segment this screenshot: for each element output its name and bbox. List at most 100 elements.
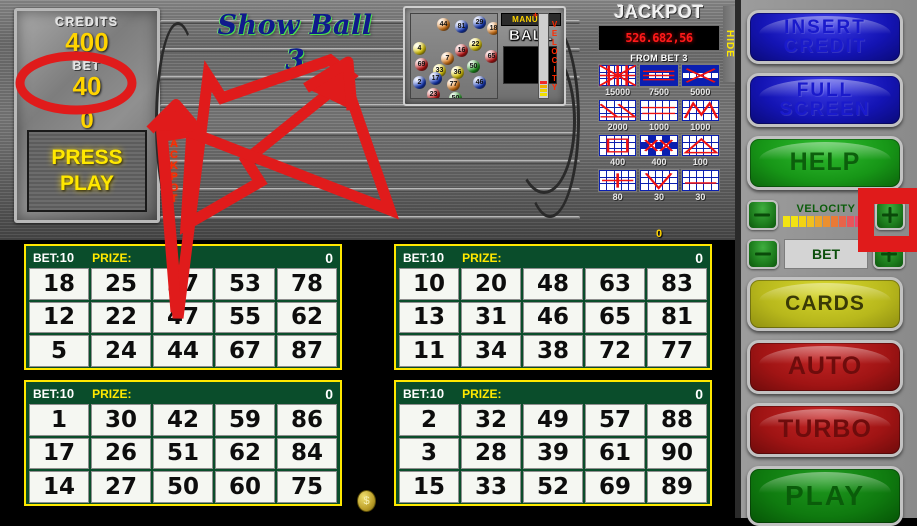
prize-pattern-icon — [680, 169, 720, 192]
card-number-cell[interactable]: 75 — [277, 471, 337, 503]
card-number-cell[interactable]: 90 — [647, 437, 707, 470]
velocity-minus-button[interactable] — [747, 200, 778, 230]
card-header: BET:10 PRIZE: 0 — [28, 384, 338, 403]
card-number-cell[interactable]: 17 — [29, 437, 89, 470]
card-number-cell[interactable]: 18 — [29, 268, 89, 300]
card-number-cell[interactable]: 62 — [215, 437, 275, 470]
card-number-cell[interactable]: 42 — [153, 404, 213, 436]
prize-pattern-value: 15000 — [605, 87, 631, 97]
card-number-cell[interactable]: 34 — [461, 335, 521, 367]
hide-tab-label: HIDE — [724, 30, 735, 58]
card-number-cell[interactable]: 49 — [523, 404, 583, 436]
card-number-cell[interactable]: 87 — [277, 335, 337, 367]
full-screen-button[interactable]: FULL SCREEN — [747, 73, 903, 127]
card-number-cell[interactable]: 15 — [399, 471, 459, 503]
lottery-ball: 33 — [415, 98, 428, 99]
credits-panel: CREDITS 400 BET 40 0 PRESS PLAY — [14, 8, 160, 223]
card-number-cell[interactable]: 44 — [153, 335, 213, 367]
velocity-slider-group[interactable]: VELOCITY — [538, 12, 562, 100]
card-number-cell[interactable]: 26 — [91, 437, 151, 470]
card-number-cell[interactable]: 52 — [523, 471, 583, 503]
bet-minus-button[interactable] — [747, 239, 779, 269]
card-number-cell[interactable]: 47 — [153, 301, 213, 334]
auto-button[interactable]: AUTO — [747, 340, 903, 394]
bet-plus-button[interactable] — [873, 239, 905, 269]
card-number-cell[interactable]: 84 — [277, 437, 337, 470]
velocity-bar[interactable] — [782, 216, 870, 227]
card-number-cell[interactable]: 38 — [523, 335, 583, 367]
card-number-cell[interactable]: 60 — [215, 471, 275, 503]
card-number-cell[interactable]: 5 — [29, 335, 89, 367]
bingo-card[interactable]: BET:10 PRIZE: 0 2 32 49 57 88 3 28 39 61 90 15 33 52 69 8… — [394, 380, 712, 506]
velocity-segment — [830, 216, 838, 227]
card-number-cell[interactable]: 10 — [399, 268, 459, 300]
card-number-cell[interactable]: 20 — [461, 268, 521, 300]
bingo-card[interactable]: BET:10 PRIZE: 0 10 20 48 63 83 13 31 46 65 81 11 34 38 7… — [394, 244, 712, 370]
card-number-cell[interactable]: 12 — [29, 301, 89, 334]
card-number-cell[interactable]: 57 — [585, 404, 645, 436]
card-number-cell[interactable]: 89 — [647, 471, 707, 503]
card-number-cell[interactable]: 62 — [277, 301, 337, 334]
card-number-cell[interactable]: 55 — [215, 301, 275, 334]
card-number-cell[interactable]: 50 — [153, 471, 213, 503]
card-number-cell[interactable]: 14 — [29, 471, 89, 503]
card-number-cell[interactable]: 69 — [585, 471, 645, 503]
insert-credit-button[interactable]: INSERT CREDIT — [747, 10, 903, 64]
velocity-segment — [862, 216, 870, 227]
jackpot-display: 526.682,56 — [598, 25, 720, 51]
card-number-cell[interactable]: 24 — [91, 335, 151, 367]
card-number-cell[interactable]: 78 — [277, 268, 337, 300]
card-number-cell[interactable]: 59 — [215, 404, 275, 436]
cards-button[interactable]: CARDS — [747, 277, 903, 331]
card-number-cell[interactable]: 88 — [647, 404, 707, 436]
card-bet: BET:10 — [403, 250, 444, 265]
card-number-cell[interactable]: 61 — [585, 437, 645, 470]
card-number-cell[interactable]: 33 — [461, 471, 521, 503]
card-number-cell[interactable]: 72 — [585, 335, 645, 367]
card-number-cell[interactable]: 37 — [153, 268, 213, 300]
card-number-cell[interactable]: 51 — [153, 437, 213, 470]
help-button[interactable]: HELP — [747, 136, 903, 190]
card-number-cell[interactable]: 39 — [523, 437, 583, 470]
prize-pattern-value: 1000 — [648, 122, 669, 132]
credits-value: 400 — [65, 27, 109, 57]
card-number-cell[interactable]: 86 — [277, 404, 337, 436]
card-number-cell[interactable]: 28 — [461, 437, 521, 470]
card-number-cell[interactable]: 27 — [91, 471, 151, 503]
card-number-cell[interactable]: 22 — [91, 301, 151, 334]
card-number-cell[interactable]: 31 — [461, 301, 521, 334]
prize-pattern-value: 2000 — [607, 122, 628, 132]
bingo-card[interactable]: BET:10 PRIZE: 0 1 30 42 59 86 17 26 51 62 84 14 27 50 60… — [24, 380, 342, 506]
card-number-cell[interactable]: 30 — [91, 404, 151, 436]
card-number-cell[interactable]: 83 — [647, 268, 707, 300]
bingo-card[interactable]: BET:10 PRIZE: 0 18 25 37 53 78 12 22 47 55 62 5 24 44 67… — [24, 244, 342, 370]
velocity-plus-button[interactable] — [874, 200, 905, 230]
card-number-cell[interactable]: 67 — [215, 335, 275, 367]
card-number-cell[interactable]: 53 — [215, 268, 275, 300]
card-number-cell[interactable]: 32 — [461, 404, 521, 436]
turbo-button[interactable]: TURBO — [747, 403, 903, 457]
velocity-segment — [838, 216, 846, 227]
ball-drum: 4448129186971622653336502177746235033 — [410, 13, 498, 99]
card-number-cell[interactable]: 77 — [647, 335, 707, 367]
card-number-cell[interactable]: 63 — [585, 268, 645, 300]
card-header: BET:10 PRIZE: 0 — [398, 248, 708, 267]
card-prize-label: PRIZE: — [92, 386, 132, 401]
card-number-cell[interactable]: 81 — [647, 301, 707, 334]
lottery-ball: 23 — [427, 88, 440, 98]
bet-display[interactable]: BET — [784, 239, 868, 269]
card-number-cell[interactable]: 25 — [91, 268, 151, 300]
card-number-cell[interactable]: 48 — [523, 268, 583, 300]
card-number-cell[interactable]: 2 — [399, 404, 459, 436]
prize-pattern-value: 30 — [653, 192, 664, 202]
card-number-cell[interactable]: 65 — [585, 301, 645, 334]
velocity-slider[interactable] — [538, 13, 549, 99]
card-number-cell[interactable]: 3 — [399, 437, 459, 470]
card-number-cell[interactable]: 1 — [29, 404, 89, 436]
card-number-cell[interactable]: 11 — [399, 335, 459, 367]
play-button[interactable]: PLAY — [747, 466, 903, 526]
prize-pattern: 1000 — [680, 99, 720, 132]
card-number-cell[interactable]: 13 — [399, 301, 459, 334]
insert-credit-line1: INSERT — [784, 16, 866, 38]
card-number-cell[interactable]: 46 — [523, 301, 583, 334]
